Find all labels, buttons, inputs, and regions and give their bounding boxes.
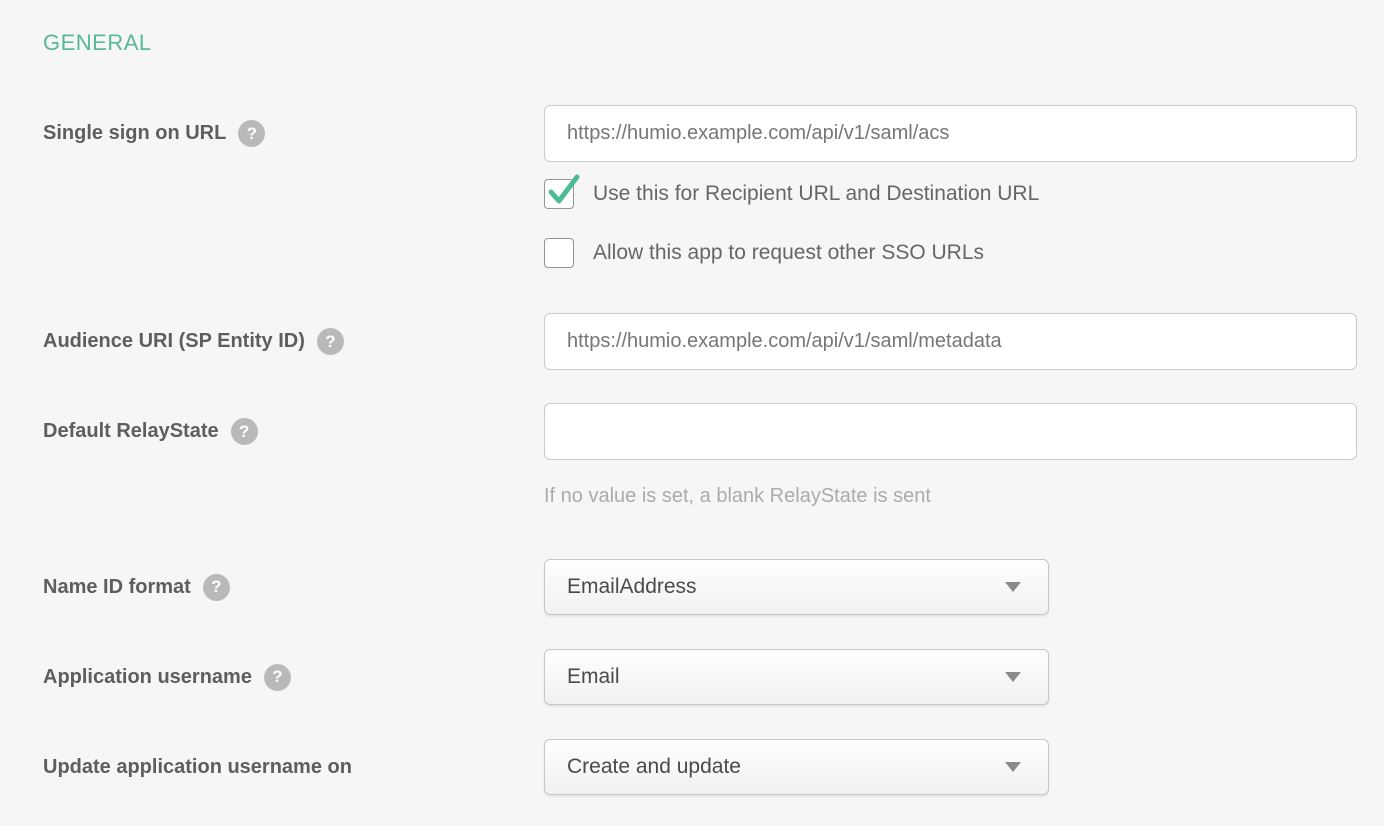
chevron-down-icon xyxy=(1005,582,1021,592)
row-default-relaystate: Default RelayState ? xyxy=(0,403,1384,460)
label-col-updateuser: Update application username on xyxy=(0,756,544,779)
name-id-format-dropdown[interactable]: EmailAddress xyxy=(544,559,1049,615)
default-relaystate-label: Default RelayState xyxy=(43,420,219,443)
chevron-down-icon xyxy=(1005,762,1021,772)
relaystate-hint-text: If no value is set, a blank RelayState i… xyxy=(544,485,931,508)
row-application-username: Application username ? Email xyxy=(0,649,1384,705)
update-application-username-dropdown[interactable]: Create and update xyxy=(544,739,1049,795)
row-other-sso-urls-checkbox: Allow this app to request other SSO URLs xyxy=(0,238,1384,268)
application-username-selected-value: Email xyxy=(567,665,620,689)
control-col-sso xyxy=(544,105,1384,162)
control-col-audience xyxy=(544,313,1384,370)
audience-uri-input[interactable] xyxy=(544,313,1357,370)
control-col-updateuser: Create and update xyxy=(544,739,1384,795)
row-audience-uri: Audience URI (SP Entity ID) ? xyxy=(0,313,1384,370)
application-username-dropdown[interactable]: Email xyxy=(544,649,1049,705)
label-col-appuser: Application username ? xyxy=(0,664,544,691)
label-col-nameid: Name ID format ? xyxy=(0,574,544,601)
default-relaystate-input[interactable] xyxy=(544,403,1357,460)
control-col-appuser: Email xyxy=(544,649,1384,705)
control-col-checkbox-2: Allow this app to request other SSO URLs xyxy=(544,238,1384,268)
default-relaystate-help-icon[interactable]: ? xyxy=(231,418,258,445)
sso-url-help-icon[interactable]: ? xyxy=(238,120,265,147)
check-icon xyxy=(547,174,581,208)
recipient-destination-checkbox-label[interactable]: Use this for Recipient URL and Destinati… xyxy=(593,182,1039,206)
sso-url-label: Single sign on URL xyxy=(43,122,226,145)
row-name-id-format: Name ID format ? EmailAddress xyxy=(0,559,1384,615)
other-sso-urls-checkbox-label[interactable]: Allow this app to request other SSO URLs xyxy=(593,241,984,265)
update-application-username-label: Update application username on xyxy=(43,756,352,779)
saml-settings-page: GENERAL Single sign on URL ? Use this fo… xyxy=(0,30,1384,826)
application-username-help-icon[interactable]: ? xyxy=(264,664,291,691)
application-username-label: Application username xyxy=(43,666,252,689)
chevron-down-icon xyxy=(1005,672,1021,682)
label-col-audience: Audience URI (SP Entity ID) ? xyxy=(0,328,544,355)
control-col-nameid: EmailAddress xyxy=(544,559,1384,615)
other-sso-urls-checkbox[interactable] xyxy=(544,238,574,268)
row-single-sign-on-url: Single sign on URL ? xyxy=(0,105,1384,162)
audience-uri-label: Audience URI (SP Entity ID) xyxy=(43,330,305,353)
label-col-relaystate: Default RelayState ? xyxy=(0,418,544,445)
control-col-hint: If no value is set, a blank RelayState i… xyxy=(544,485,1384,508)
control-col-relaystate xyxy=(544,403,1384,460)
recipient-destination-checkbox[interactable] xyxy=(544,179,574,209)
control-col-checkbox-1: Use this for Recipient URL and Destinati… xyxy=(544,179,1384,209)
sso-url-input[interactable] xyxy=(544,105,1357,162)
row-update-application-username: Update application username on Create an… xyxy=(0,739,1384,795)
section-title-general: GENERAL xyxy=(43,30,1384,56)
name-id-format-help-icon[interactable]: ? xyxy=(203,574,230,601)
row-relaystate-hint: If no value is set, a blank RelayState i… xyxy=(0,485,1384,508)
row-recipient-destination-checkbox: Use this for Recipient URL and Destinati… xyxy=(0,179,1384,209)
name-id-format-label: Name ID format xyxy=(43,576,191,599)
update-application-username-selected-value: Create and update xyxy=(567,755,741,779)
label-col-sso: Single sign on URL ? xyxy=(0,120,544,147)
name-id-format-selected-value: EmailAddress xyxy=(567,575,697,599)
audience-uri-help-icon[interactable]: ? xyxy=(317,328,344,355)
